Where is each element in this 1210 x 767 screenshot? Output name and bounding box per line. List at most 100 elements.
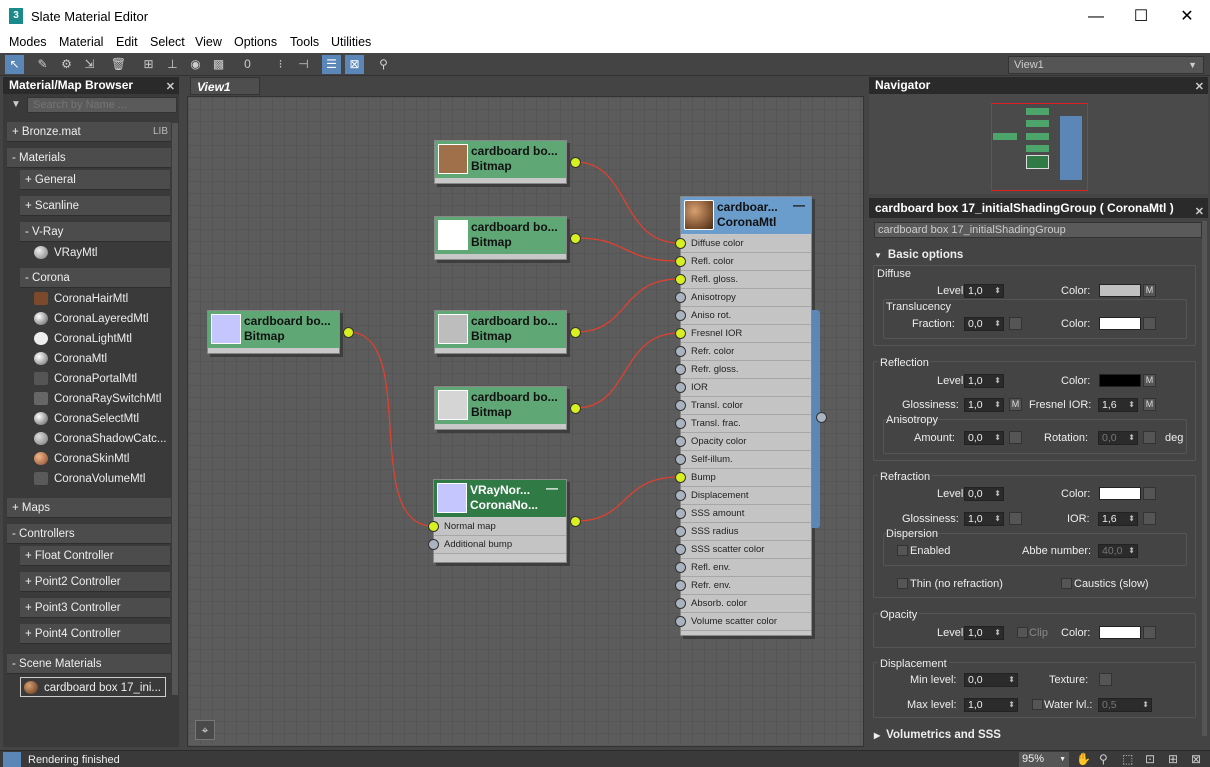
- output-port[interactable]: [570, 157, 581, 168]
- translucency-color-swatch[interactable]: [1099, 317, 1141, 330]
- input-port[interactable]: [675, 436, 686, 447]
- reflection-gloss-spinner[interactable]: 1,0: [964, 398, 1004, 412]
- reflection-color-swatch[interactable]: [1099, 374, 1141, 387]
- reflection-label: Reflection: [878, 357, 931, 369]
- bitmap-node[interactable]: cardboard bo... Bitmap: [434, 216, 581, 260]
- clip-checkbox[interactable]: [1017, 627, 1028, 638]
- amount-map-button[interactable]: [1009, 431, 1022, 444]
- input-port[interactable]: [675, 562, 686, 573]
- input-port[interactable]: [428, 539, 439, 550]
- abbe-spinner[interactable]: 40,0: [1098, 544, 1138, 558]
- zoom-icon[interactable]: ⚲: [1099, 752, 1108, 766]
- input-port[interactable]: [675, 598, 686, 609]
- vray-normal-node[interactable]: VRayNor... CoronaNo... — Normal map Addit…: [428, 479, 581, 563]
- input-port[interactable]: [675, 508, 686, 519]
- input-port[interactable]: [675, 364, 686, 375]
- input-port[interactable]: [675, 472, 686, 483]
- translucency-map-button[interactable]: [1143, 317, 1156, 330]
- diffuse-level-spinner[interactable]: 1,0: [964, 284, 1004, 298]
- refraction-gloss-map-button[interactable]: [1009, 512, 1022, 525]
- opacity-level-spinner[interactable]: 1,0: [964, 626, 1004, 640]
- input-port[interactable]: [675, 580, 686, 591]
- rotation-map-button[interactable]: [1143, 431, 1156, 444]
- input-port[interactable]: [675, 256, 686, 267]
- water-level-checkbox[interactable]: [1032, 699, 1043, 710]
- zoom-region-icon[interactable]: ⬚: [1122, 752, 1133, 766]
- pan-icon[interactable]: ✋: [1076, 752, 1091, 766]
- ior-spinner[interactable]: 1,6: [1098, 512, 1138, 526]
- ior-map-button[interactable]: [1143, 512, 1156, 525]
- fresnel-ior-spinner[interactable]: 1,6: [1098, 398, 1138, 412]
- fraction-spinner[interactable]: 0,0: [964, 317, 1004, 331]
- zoom-dropdown[interactable]: 95% ▼: [1019, 752, 1069, 767]
- water-level-spinner[interactable]: 0,5: [1098, 698, 1152, 712]
- refraction-gloss-spinner[interactable]: 1,0: [964, 512, 1004, 526]
- material-name-field[interactable]: cardboard box 17_initialShadingGroup: [874, 222, 1202, 238]
- output-port[interactable]: [343, 327, 354, 338]
- thin-checkbox[interactable]: [897, 578, 908, 589]
- props-scrollbar[interactable]: [1202, 221, 1207, 736]
- output-port[interactable]: [816, 412, 827, 423]
- opacity-color-swatch[interactable]: [1099, 626, 1141, 639]
- input-port[interactable]: [675, 418, 686, 429]
- fraction-map-button[interactable]: [1009, 317, 1022, 330]
- maximize-view-icon[interactable]: ⊠: [1191, 752, 1201, 766]
- output-port[interactable]: [570, 403, 581, 414]
- input-port[interactable]: [675, 328, 686, 339]
- close-icon[interactable]: ✕: [1195, 202, 1204, 222]
- input-port[interactable]: [675, 454, 686, 465]
- rotation-spinner[interactable]: 0,0: [1098, 431, 1138, 445]
- refraction-map-button[interactable]: [1143, 487, 1156, 500]
- diffuse-color-swatch[interactable]: [1099, 284, 1141, 297]
- opacity-map-button[interactable]: [1143, 626, 1156, 639]
- bitmap-node[interactable]: cardboard bo... Bitmap: [207, 310, 354, 354]
- input-port[interactable]: [675, 382, 686, 393]
- input-port[interactable]: [675, 238, 686, 249]
- bitmap-node[interactable]: cardboard bo... Bitmap: [434, 140, 581, 184]
- caustics-checkbox[interactable]: [1061, 578, 1072, 589]
- navigator-binoculars-icon[interactable]: ⌖: [195, 720, 215, 740]
- zoom-extents-icon[interactable]: ⊡: [1145, 752, 1155, 766]
- reflection-level-spinner[interactable]: 1,0: [964, 374, 1004, 388]
- amount-spinner[interactable]: 0,0: [964, 431, 1004, 445]
- input-port[interactable]: [675, 526, 686, 537]
- output-port[interactable]: [570, 233, 581, 244]
- gloss-map-button[interactable]: M: [1009, 398, 1022, 411]
- input-port[interactable]: [428, 521, 439, 532]
- zoom-extents-selected-icon[interactable]: ⊞: [1168, 752, 1178, 766]
- fraction-label: Fraction:: [912, 318, 955, 330]
- bitmap-node[interactable]: cardboard bo... Bitmap: [434, 310, 581, 354]
- reflection-map-button[interactable]: M: [1143, 374, 1156, 387]
- navigator-view[interactable]: [869, 94, 1208, 194]
- input-port[interactable]: [675, 310, 686, 321]
- refraction-level-spinner[interactable]: 0,0: [964, 487, 1004, 501]
- dispersion-enabled-checkbox[interactable]: [897, 545, 908, 556]
- min-level-spinner[interactable]: 0,0: [964, 673, 1018, 687]
- slot-refr-color: Refr. color: [681, 343, 811, 361]
- slot-opacity-color: Opacity color: [681, 433, 811, 451]
- input-port[interactable]: [675, 346, 686, 357]
- input-port[interactable]: [675, 490, 686, 501]
- input-port[interactable]: [675, 274, 686, 285]
- node-title: cardboard bo... Bitmap: [471, 314, 558, 344]
- input-port[interactable]: [675, 400, 686, 411]
- input-port[interactable]: [675, 292, 686, 303]
- node-type: Bitmap: [244, 329, 285, 343]
- basic-options-rollout[interactable]: ▼ Basic options: [874, 249, 963, 261]
- texture-map-button[interactable]: [1099, 673, 1112, 686]
- volumetrics-rollout[interactable]: ▶ Volumetrics and SSS: [874, 729, 1001, 741]
- collapse-icon[interactable]: —: [546, 481, 558, 495]
- input-port[interactable]: [675, 616, 686, 627]
- bitmap-node[interactable]: cardboard bo... Bitmap: [434, 386, 581, 430]
- output-port[interactable]: [570, 516, 581, 527]
- max-level-spinner[interactable]: 1,0: [964, 698, 1018, 712]
- thin-label: Thin (no refraction): [910, 578, 1003, 590]
- slot-sss-amount: SSS amount: [681, 505, 811, 523]
- coronamtl-node[interactable]: cardboar... CoronaMtl — Diffuse color Refl…: [675, 196, 812, 636]
- fresnel-map-button[interactable]: M: [1143, 398, 1156, 411]
- input-port[interactable]: [675, 544, 686, 555]
- output-port[interactable]: [570, 327, 581, 338]
- refraction-color-swatch[interactable]: [1099, 487, 1141, 500]
- diffuse-map-button[interactable]: M: [1143, 284, 1156, 297]
- collapse-icon[interactable]: —: [793, 198, 805, 212]
